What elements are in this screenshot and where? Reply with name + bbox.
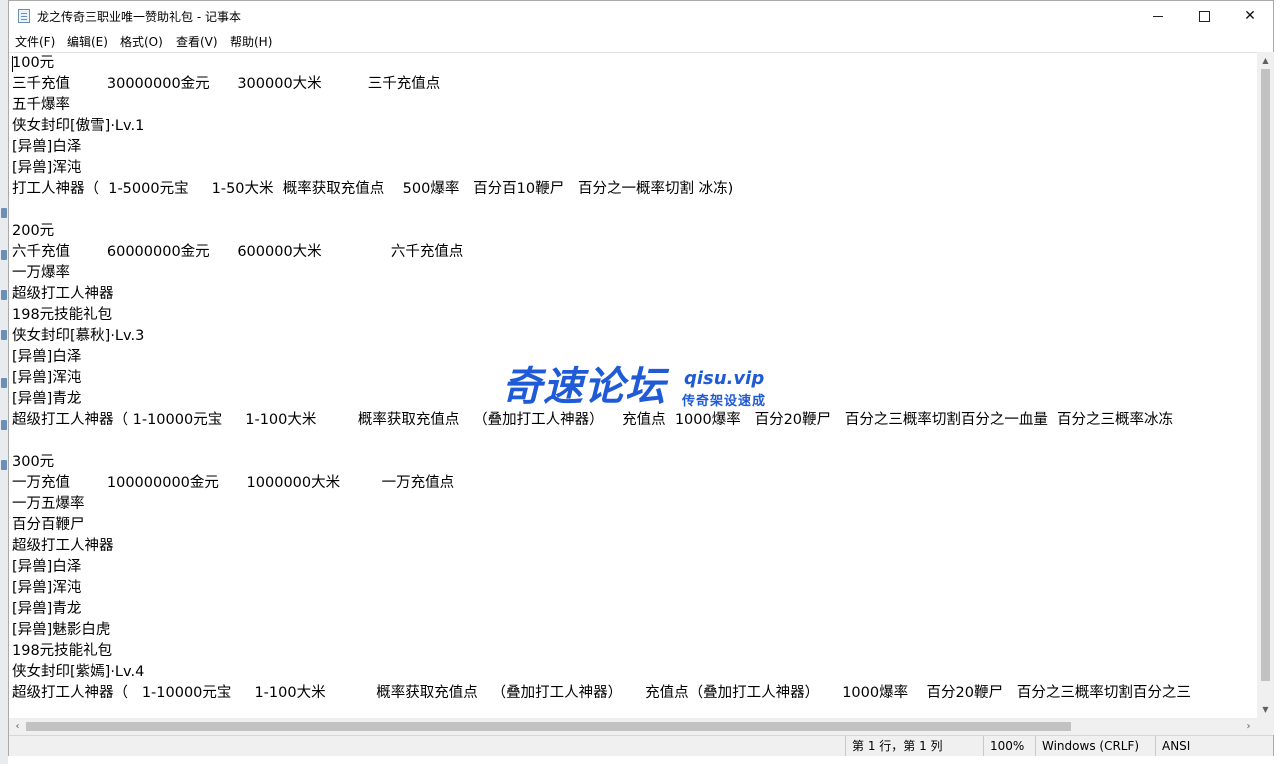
title-bar[interactable]: 龙之传奇三职业唯一赞助礼包 - 记事本 ✕ <box>9 1 1273 31</box>
maximize-icon <box>1198 10 1210 22</box>
text-line: [异兽]白泽 <box>12 559 82 575</box>
text-line: 一万爆率 <box>12 265 70 281</box>
text-caret <box>12 56 13 72</box>
menu-view[interactable]: 查看(V) <box>176 33 218 50</box>
text-line: [异兽]青龙 <box>12 601 82 617</box>
menu-bar: 文件(F) 编辑(E) 格式(O) 查看(V) 帮助(H) <box>9 31 1273 51</box>
close-icon: ✕ <box>1244 8 1256 24</box>
text-line: 侠女封印[慕秋]·Lv.3 <box>12 328 145 344</box>
text-line: 六千充值 60000000金元 600000大米 六千充值点 <box>12 244 464 260</box>
background-desktop-strip <box>0 0 8 764</box>
text-line: 侠女封印[傲雪]·Lv.1 <box>12 118 145 134</box>
menu-file[interactable]: 文件(F) <box>15 33 55 50</box>
text-line <box>12 431 1191 452</box>
text-line: [异兽]浑沌 <box>12 370 82 386</box>
text-line: 一万五爆率 <box>12 496 85 512</box>
scroll-left-icon[interactable]: ‹ <box>9 718 26 735</box>
close-button[interactable]: ✕ <box>1227 1 1273 31</box>
encoding: ANSI <box>1155 736 1273 756</box>
text-line: [异兽]白泽 <box>12 139 82 155</box>
text-line: 198元技能礼包 <box>12 307 113 323</box>
text-line: [异兽]浑沌 <box>12 160 82 176</box>
status-bar: 第 1 行，第 1 列 100% Windows (CRLF) ANSI <box>9 735 1273 756</box>
menu-help[interactable]: 帮助(H) <box>230 33 272 50</box>
menu-format[interactable]: 格式(O) <box>120 33 163 50</box>
horizontal-scrollbar[interactable]: ‹ › <box>9 718 1257 735</box>
vertical-scrollbar[interactable]: ▲ ▼ <box>1257 52 1274 718</box>
text-line: 超级打工人神器 <box>12 286 114 302</box>
text-line: 300元 <box>12 454 55 470</box>
notepad-icon <box>18 9 30 23</box>
text-line: 超级打工人神器（ 1-10000元宝 1-100大米 概率获取充值点 （叠加打工… <box>12 412 1174 428</box>
line-ending: Windows (CRLF) <box>1035 736 1155 756</box>
text-editor[interactable]: 100元三千充值 30000000金元 300000大米 三千充值点 五千爆率侠女… <box>9 52 1257 719</box>
text-line: 198元技能礼包 <box>12 643 113 659</box>
text-line <box>12 200 1191 221</box>
text-line: 打工人神器（ 1-5000元宝 1-50大米 概率获取充值点 500爆率 百分百… <box>12 181 734 197</box>
cursor-position: 第 1 行，第 1 列 <box>845 736 983 756</box>
minimize-icon <box>1153 15 1163 17</box>
text-line: [异兽]浑沌 <box>12 580 82 596</box>
scroll-right-icon[interactable]: › <box>1240 718 1257 735</box>
text-line: 五千爆率 <box>12 97 70 113</box>
text-line: 一万充值 100000000金元 1000000大米 一万充值点 <box>12 475 455 491</box>
minimize-button[interactable] <box>1135 1 1181 31</box>
text-line: 三千充值 30000000金元 300000大米 三千充值点 <box>12 76 441 92</box>
text-content: 100元三千充值 30000000金元 300000大米 三千充值点 五千爆率侠女… <box>12 53 1191 704</box>
window-title: 龙之传奇三职业唯一赞助礼包 - 记事本 <box>37 10 241 24</box>
maximize-button[interactable] <box>1181 1 1227 31</box>
text-line: 超级打工人神器 <box>12 538 114 554</box>
vertical-scroll-thumb[interactable] <box>1261 69 1270 681</box>
text-line: [异兽]青龙 <box>12 391 82 407</box>
text-line: 100元 <box>12 55 55 71</box>
scrollbar-corner <box>1257 718 1274 735</box>
text-line: [异兽]白泽 <box>12 349 82 365</box>
horizontal-scroll-thumb[interactable] <box>26 722 1071 731</box>
notepad-window: 龙之传奇三职业唯一赞助礼包 - 记事本 ✕ 文件(F) 编辑(E) 格式(O) … <box>8 0 1274 756</box>
text-line: 超级打工人神器（ 1-10000元宝 1-100大米 概率获取充值点 （叠加打工… <box>12 685 1191 701</box>
menu-edit[interactable]: 编辑(E) <box>67 33 108 50</box>
scroll-up-icon[interactable]: ▲ <box>1257 52 1274 69</box>
text-line: [异兽]魅影白虎 <box>12 622 111 638</box>
text-line: 侠女封印[紫嫣]·Lv.4 <box>12 664 145 680</box>
zoom-level: 100% <box>983 736 1035 756</box>
scroll-down-icon[interactable]: ▼ <box>1257 701 1274 718</box>
text-line: 百分百鞭尸 <box>12 517 85 533</box>
text-line: 200元 <box>12 223 55 239</box>
